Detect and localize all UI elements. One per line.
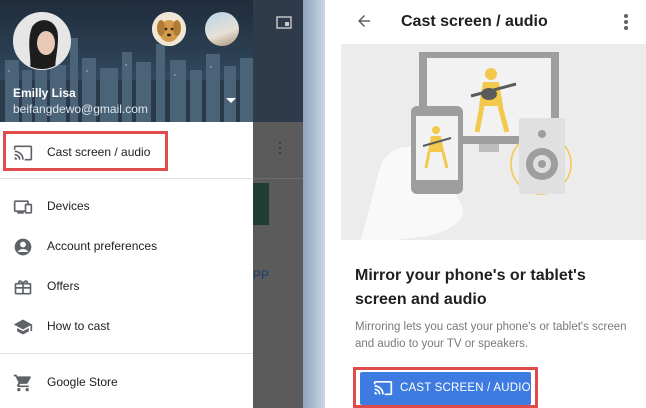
dog-avatar-image: [152, 12, 186, 46]
mirror-heading: Mirror your phone's or tablet's screen a…: [355, 267, 586, 308]
third-account-avatar[interactable]: [205, 12, 239, 46]
highlight-box-cast-item: [3, 131, 168, 171]
background-thumbnail: [253, 183, 269, 225]
devices-icon: [13, 200, 33, 214]
drawer-item-devices[interactable]: Devices: [0, 186, 253, 226]
cast-button-label: CAST SCREEN / AUDIO: [400, 382, 531, 394]
background-cast-icon: [276, 16, 292, 29]
background-more-icon: ⋮: [273, 139, 287, 155]
drawer-item-offers[interactable]: Offers: [0, 266, 253, 306]
cast-icon: [373, 381, 393, 396]
more-options-icon[interactable]: [623, 13, 629, 31]
top-app-bar: Cast screen / audio: [341, 0, 646, 44]
user-name: Emilly Lisa: [13, 86, 76, 100]
user-avatar-image: [14, 13, 70, 69]
drawer-item-label: Devices: [47, 199, 90, 213]
cart-icon: [13, 374, 31, 392]
drawer-item-account-preferences[interactable]: Account preferences: [0, 226, 253, 266]
secondary-account-avatar[interactable]: [152, 12, 186, 46]
navigation-drawer: Emilly Lisa beifangdewo@gmail.com Cast s…: [0, 0, 253, 408]
drawer-header: Emilly Lisa beifangdewo@gmail.com: [0, 0, 253, 122]
cast-screen-audio-button[interactable]: CAST SCREEN / AUDIO: [360, 372, 531, 405]
mirror-description: Mirroring lets you cast your phone's or …: [355, 321, 627, 350]
user-email: beifangdewo@gmail.com: [13, 102, 148, 116]
drawer-item-label: How to cast: [47, 319, 110, 333]
drawer-item-label: Offers: [47, 279, 80, 293]
gift-icon: [14, 280, 32, 295]
background-divider: [253, 178, 303, 179]
drawer-item-label: Google Store: [47, 375, 118, 389]
drawer-item-google-store[interactable]: Google Store: [0, 362, 253, 402]
background-partial-text: PP: [253, 268, 270, 282]
back-arrow-icon[interactable]: [355, 12, 373, 30]
account-circle-icon: [14, 238, 32, 256]
drawer-divider: [0, 178, 253, 179]
cast-illustration: [341, 44, 646, 240]
drawer-item-label: Account preferences: [47, 239, 158, 253]
left-screen: ⋮ PP Emilly Lisa beifangdewo@gmail.com C…: [0, 0, 325, 408]
account-switcher-dropdown-icon[interactable]: [226, 98, 236, 103]
page-title: Cast screen / audio: [401, 13, 548, 30]
right-screen: Cast screen / audio Mirror your phone's …: [341, 0, 646, 408]
school-icon: [13, 319, 33, 335]
background-app-edge: [303, 0, 325, 408]
user-avatar[interactable]: [13, 12, 71, 70]
drawer-item-how-to-cast[interactable]: How to cast: [0, 306, 253, 346]
drawer-divider: [0, 353, 253, 354]
mirror-illustration-image: [341, 44, 646, 240]
